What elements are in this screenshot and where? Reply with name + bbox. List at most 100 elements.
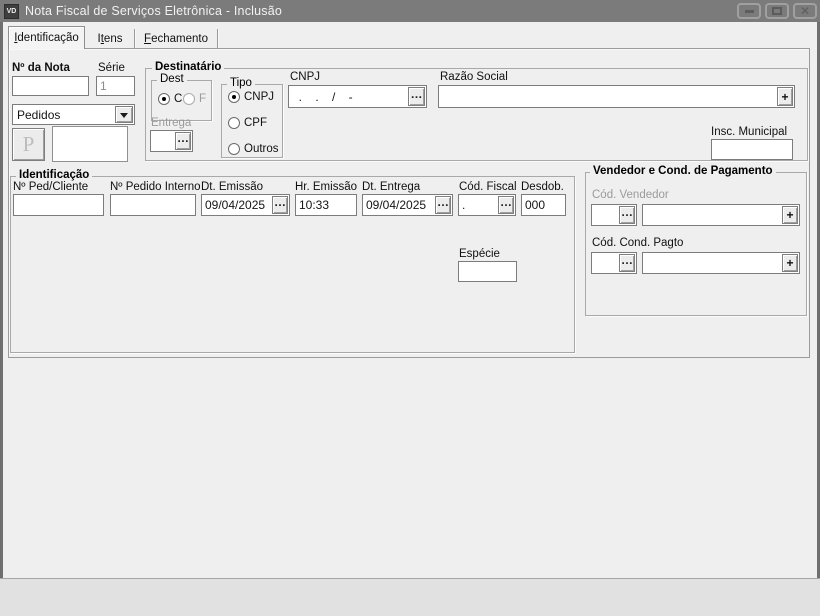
minimize-button[interactable] — [737, 3, 761, 19]
entrega-lookup-button[interactable]: … — [175, 132, 191, 150]
razao-social-input[interactable] — [438, 85, 795, 108]
radio-tipo-outros[interactable]: Outros — [228, 143, 279, 155]
insc-municipal-label: Insc. Municipal — [711, 126, 787, 138]
cod-vendedor-name-field: + — [642, 204, 800, 226]
ellipsis-icon: … — [411, 88, 423, 100]
cod-vendedor-name-input[interactable] — [642, 204, 800, 226]
radio-tipo-outros-icon — [228, 143, 240, 155]
cnpj-input[interactable] — [288, 85, 427, 108]
pedido-interno-label: Nº Pedido Interno — [110, 181, 201, 193]
cod-vendedor-label: Cód. Vendedor — [592, 189, 669, 201]
dt-entrega-label: Dt. Entrega — [362, 181, 420, 193]
dt-entrega-field: … — [362, 194, 453, 216]
tab-itens[interactable]: Itens — [86, 29, 135, 48]
window-frame-left — [0, 22, 3, 578]
razao-social-add-button[interactable]: + — [777, 87, 793, 106]
chevron-down-icon — [120, 113, 128, 122]
cod-fiscal-field: … — [458, 194, 516, 216]
ellipsis-icon: … — [621, 254, 633, 266]
pedidos-combobox[interactable]: Pedidos — [12, 104, 135, 125]
cod-vendedor-code-field: … — [591, 204, 637, 226]
identificacao-group-title: Identificação — [16, 169, 92, 181]
cnpj-lookup-button[interactable]: … — [408, 87, 425, 106]
tab-identificacao[interactable]: Identificação — [8, 26, 85, 49]
tipo-group-title: Tipo — [227, 77, 255, 89]
hr-emissao-label: Hr. Emissão — [295, 181, 357, 193]
radio-tipo-outros-label: Outros — [244, 143, 279, 155]
close-button[interactable]: ✕ — [793, 3, 817, 19]
ellipsis-icon: … — [177, 132, 189, 144]
dt-emissao-field: … — [201, 194, 290, 216]
dt-emissao-picker-button[interactable]: … — [272, 196, 288, 214]
cod-cond-pagto-name-field: + — [642, 252, 800, 274]
cod-cond-pagto-name-input[interactable] — [642, 252, 800, 274]
plus-icon: + — [786, 257, 793, 269]
cod-cond-pagto-lookup-button[interactable]: … — [619, 254, 635, 272]
entrega-field: … — [150, 130, 193, 152]
cod-cond-pagto-code-field: … — [591, 252, 637, 274]
radio-dest-c-label: C — [174, 93, 182, 105]
cnpj-label: CNPJ — [290, 71, 320, 83]
radio-dest-f[interactable]: F — [183, 93, 206, 105]
maximize-icon — [772, 7, 782, 15]
minimize-icon — [745, 10, 754, 13]
close-icon: ✕ — [800, 5, 810, 17]
radio-tipo-cpf-label: CPF — [244, 117, 267, 129]
maximize-button[interactable] — [765, 3, 789, 19]
destinatario-group-title: Destinatário — [152, 61, 224, 73]
radio-dest-c-icon — [158, 93, 170, 105]
radio-tipo-cpf-icon — [228, 117, 240, 129]
ellipsis-icon: … — [500, 196, 512, 208]
plus-icon: + — [781, 91, 788, 103]
ellipsis-icon: … — [621, 206, 633, 218]
nota-label: Nº da Nota — [12, 62, 70, 74]
cod-fiscal-label: Cód. Fiscal — [459, 181, 517, 193]
radio-dest-c[interactable]: C — [158, 93, 182, 105]
cod-cond-pagto-add-button[interactable]: + — [782, 254, 798, 272]
hr-emissao-input[interactable] — [295, 194, 357, 216]
window-title: Nota Fiscal de Serviços Eletrônica - Inc… — [25, 4, 282, 18]
radio-dest-f-label: F — [199, 93, 206, 105]
desdob-input[interactable] — [521, 194, 566, 216]
vendedor-group-title: Vendedor e Cond. de Pagamento — [590, 165, 776, 177]
cod-cond-pagto-label: Cód. Cond. Pagto — [592, 237, 683, 249]
radio-tipo-cnpj-label: CNPJ — [244, 91, 274, 103]
especie-label: Espécie — [459, 248, 500, 260]
tab-fechamento-label: Fechamento — [144, 33, 208, 45]
serie-input[interactable] — [96, 76, 135, 96]
razao-social-label: Razão Social — [440, 71, 508, 83]
plus-icon: + — [786, 209, 793, 221]
app-icon: VD — [4, 4, 19, 19]
statusbar — [0, 578, 820, 616]
entrega-label: Entrega — [151, 117, 191, 129]
tab-itens-label: Itens — [98, 33, 123, 45]
cnpj-field: … — [288, 85, 427, 108]
cod-vendedor-add-button[interactable]: + — [782, 206, 798, 224]
cod-vendedor-lookup-button[interactable]: … — [619, 206, 635, 224]
ped-cliente-label: Nº Ped/Cliente — [13, 181, 88, 193]
dt-entrega-picker-button[interactable]: … — [435, 196, 451, 214]
tab-fechamento[interactable]: Fechamento — [135, 29, 218, 48]
desdob-label: Desdob. — [521, 181, 564, 193]
nota-input[interactable] — [12, 76, 89, 96]
pedido-interno-input[interactable] — [110, 194, 196, 216]
titlebar: VD Nota Fiscal de Serviços Eletrônica - … — [0, 0, 820, 22]
pedidos-combobox-value: Pedidos — [17, 108, 60, 122]
radio-tipo-cpf[interactable]: CPF — [228, 117, 267, 129]
insc-municipal-input[interactable] — [711, 139, 793, 160]
ellipsis-icon: … — [437, 196, 449, 208]
pedidos-dropdown-button[interactable] — [115, 106, 133, 123]
cod-fiscal-lookup-button[interactable]: … — [498, 196, 514, 214]
p-button[interactable]: P — [12, 128, 45, 161]
application-window: VD Nota Fiscal de Serviços Eletrônica - … — [0, 0, 820, 616]
dt-emissao-label: Dt. Emissão — [201, 181, 263, 193]
ped-cliente-input[interactable] — [13, 194, 104, 216]
radio-dest-f-icon — [183, 93, 195, 105]
dest-group-title: Dest — [157, 73, 187, 85]
p-field[interactable] — [52, 126, 128, 162]
especie-input[interactable] — [458, 261, 517, 282]
ellipsis-icon: … — [274, 196, 286, 208]
tab-identificacao-label: Identificação — [14, 32, 79, 44]
serie-label: Série — [98, 62, 125, 74]
radio-tipo-cnpj[interactable]: CNPJ — [228, 91, 274, 103]
